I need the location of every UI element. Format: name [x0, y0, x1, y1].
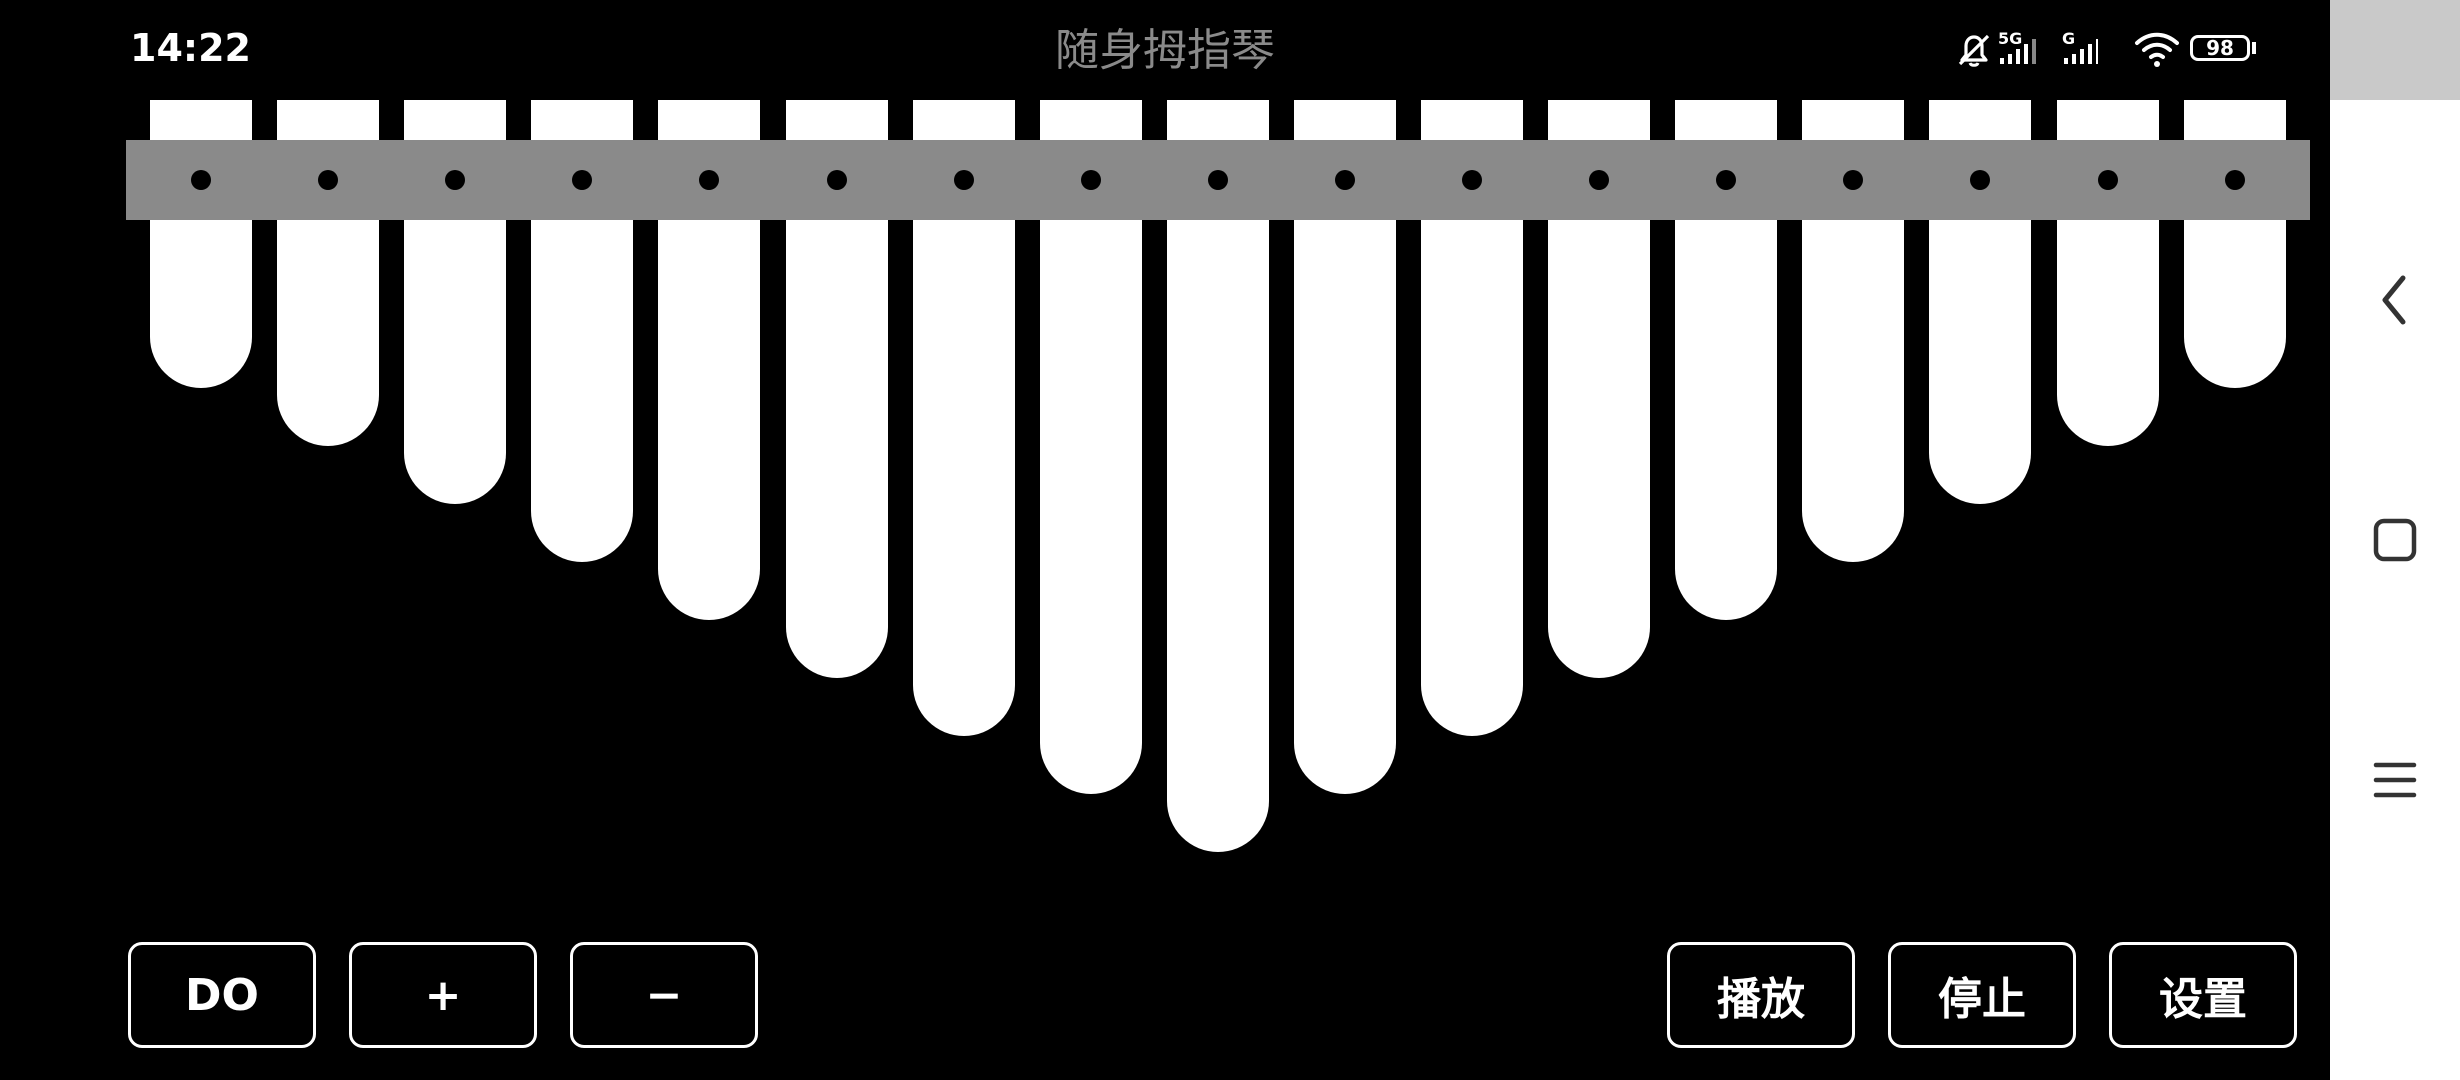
tine-dot: [2098, 170, 2118, 190]
menu-lines-icon: [2373, 762, 2417, 798]
plus-button[interactable]: +: [349, 942, 537, 1048]
tine-dot: [572, 170, 592, 190]
tine-dot: [1462, 170, 1482, 190]
tine-dot: [1843, 170, 1863, 190]
settings-button[interactable]: 设置: [2109, 942, 2297, 1048]
nav-top-area: [2330, 0, 2460, 100]
tine-dot: [1081, 170, 1101, 190]
menu-button[interactable]: [2360, 745, 2430, 815]
tine-dot: [318, 170, 338, 190]
battery-indicator: 98: [2190, 35, 2250, 61]
tine-dot: [445, 170, 465, 190]
tine-dot: [954, 170, 974, 190]
tine-dot: [2225, 170, 2245, 190]
square-home-icon: [2373, 518, 2417, 562]
tine-dot: [191, 170, 211, 190]
play-button[interactable]: 播放: [1667, 942, 1855, 1048]
wifi-icon: [2135, 32, 2179, 67]
back-button[interactable]: [2360, 265, 2430, 335]
navigation-bar: [2330, 0, 2460, 1080]
mute-bell-icon: [1958, 34, 1990, 67]
signal-5g-icon: [2000, 39, 2036, 64]
home-button[interactable]: [2360, 505, 2430, 575]
tine-dot: [827, 170, 847, 190]
tine-dot: [1716, 170, 1736, 190]
battery-nub: [2252, 42, 2256, 54]
signal-g-icon: [2064, 39, 2098, 64]
back-chevron-icon: [2382, 275, 2406, 325]
key-button[interactable]: DO: [128, 942, 316, 1048]
tine-dot: [1208, 170, 1228, 190]
status-icons: 5G G 98: [1948, 24, 2268, 74]
tine-dot: [1589, 170, 1609, 190]
stop-button[interactable]: 停止: [1888, 942, 2076, 1048]
tine-dot: [1970, 170, 1990, 190]
tine-dot: [699, 170, 719, 190]
minus-button[interactable]: −: [570, 942, 758, 1048]
tine-dot: [1335, 170, 1355, 190]
